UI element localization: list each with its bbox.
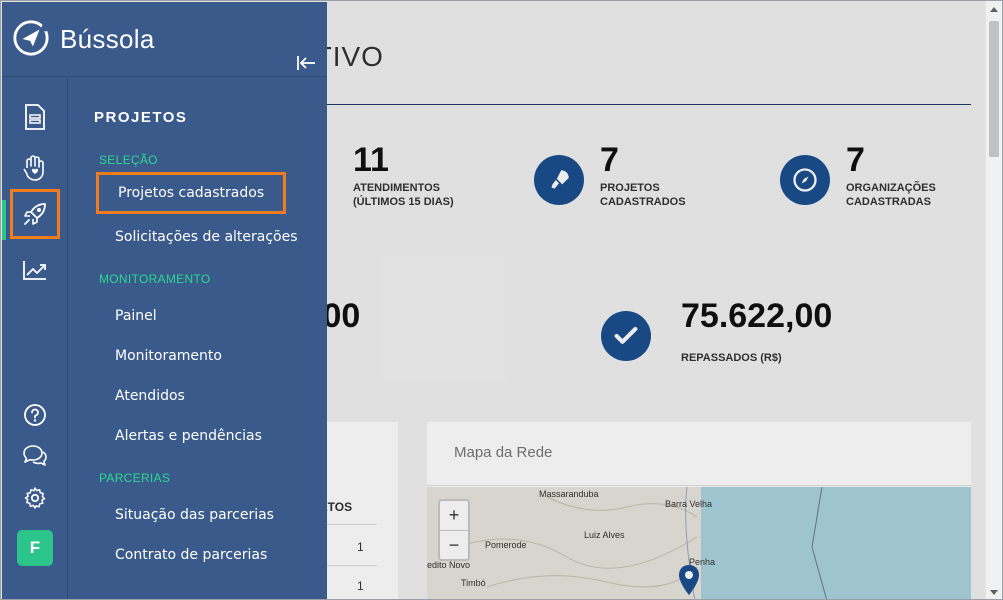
scroll-thumb[interactable] bbox=[989, 21, 999, 157]
menu-item-alertas[interactable]: Alertas e pendências bbox=[115, 428, 262, 444]
user-avatar[interactable]: F bbox=[17, 530, 53, 566]
menu-item-solicitacoes[interactable]: Solicitações de alterações bbox=[115, 229, 298, 245]
icon-rail: F bbox=[2, 78, 68, 599]
section-selecao: SELEÇÃO bbox=[99, 153, 158, 167]
help-icon bbox=[24, 404, 46, 426]
section-parcerias: PARCERIAS bbox=[99, 471, 171, 485]
scroll-up-arrow[interactable] bbox=[990, 7, 998, 12]
vertical-scrollbar[interactable] bbox=[985, 1, 1002, 599]
section-monitoramento: MONITORAMENTO bbox=[99, 272, 211, 286]
sidebar: Bússola F PROJETOS SELEÇÃO Projetos cada… bbox=[2, 2, 327, 599]
rail-care-button[interactable] bbox=[10, 143, 60, 193]
scroll-down-arrow[interactable] bbox=[990, 590, 998, 595]
compass-logo-icon bbox=[13, 20, 50, 56]
rail-settings-button[interactable] bbox=[10, 473, 60, 523]
gear-icon bbox=[24, 487, 46, 509]
menu-item-contrato-parcerias[interactable]: Contrato de parcerias bbox=[115, 547, 267, 563]
menu-item-painel[interactable]: Painel bbox=[115, 308, 157, 324]
menu-title: PROJETOS bbox=[94, 109, 188, 126]
collapse-left-icon[interactable] bbox=[296, 54, 316, 72]
chat-icon bbox=[23, 445, 47, 466]
menu-item-projetos-cadastrados[interactable]: Projetos cadastrados bbox=[96, 172, 287, 214]
menu-item-situacao-parcerias[interactable]: Situação das parcerias bbox=[115, 507, 274, 523]
hand-heart-icon bbox=[23, 155, 44, 181]
rail-projects-button[interactable] bbox=[10, 189, 60, 239]
projects-menu: PROJETOS SELEÇÃO Projetos cadastrados So… bbox=[69, 78, 327, 599]
rail-analytics-button[interactable] bbox=[10, 245, 60, 295]
document-icon bbox=[25, 104, 45, 130]
active-indicator bbox=[2, 200, 6, 240]
chart-icon bbox=[23, 261, 46, 280]
rocket-icon bbox=[24, 203, 46, 225]
brand-header: Bússola bbox=[2, 2, 327, 77]
brand-name: Bússola bbox=[60, 24, 155, 54]
menu-item-atendidos[interactable]: Atendidos bbox=[115, 388, 185, 404]
menu-item-monitoramento[interactable]: Monitoramento bbox=[115, 348, 222, 364]
rail-documents-button[interactable] bbox=[10, 92, 60, 142]
app-window: ATIVO 11 ATENDIMENTOS (ÚLTIMOS 15 DIAS) … bbox=[0, 0, 1003, 600]
